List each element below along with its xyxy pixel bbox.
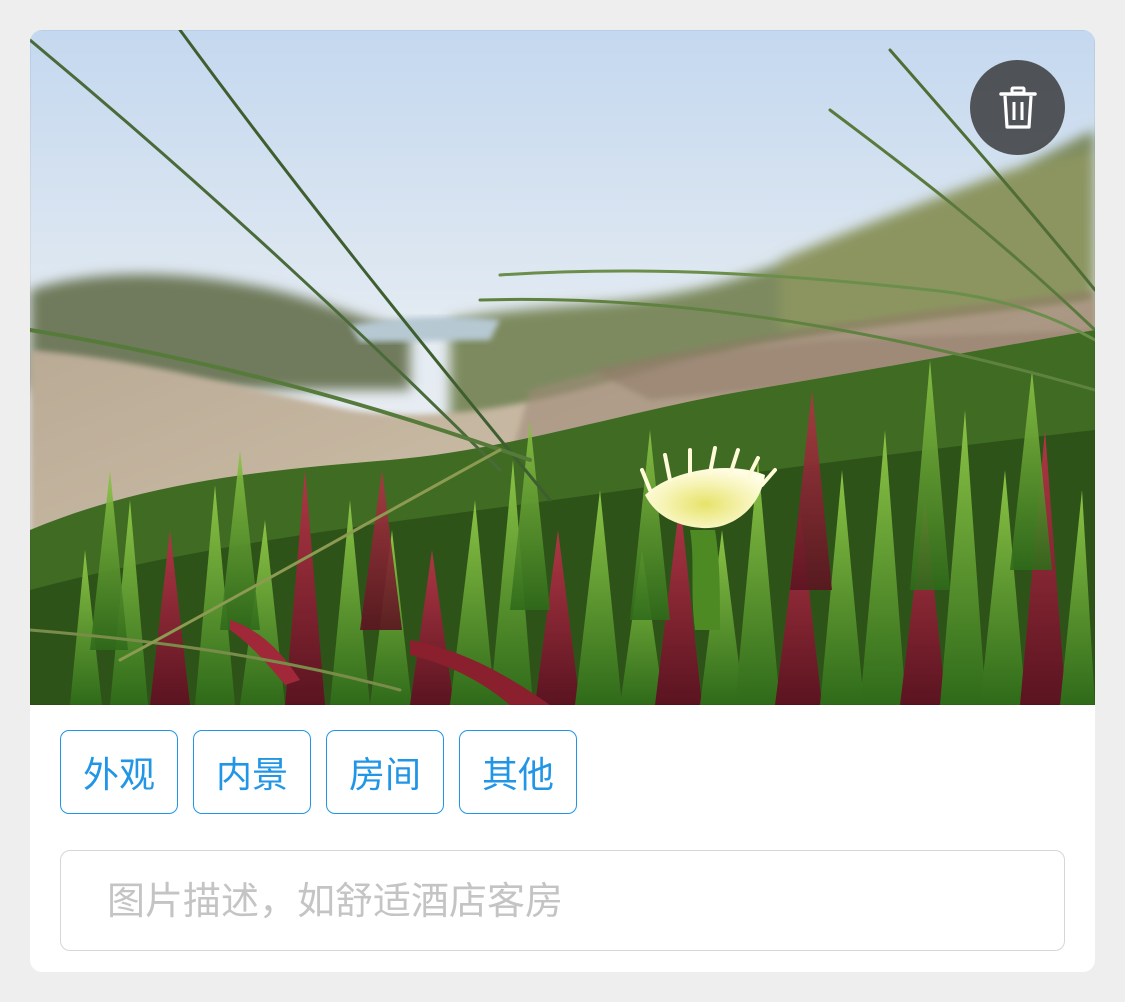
trash-icon xyxy=(998,86,1037,129)
category-tags: 外观 内景 房间 其他 xyxy=(60,730,577,814)
tag-exterior[interactable]: 外观 xyxy=(60,730,178,814)
tag-other[interactable]: 其他 xyxy=(459,730,577,814)
photo-image xyxy=(30,30,1095,705)
tag-interior[interactable]: 内景 xyxy=(193,730,311,814)
photo-card: 外观 内景 房间 其他 xyxy=(30,30,1095,972)
tag-room[interactable]: 房间 xyxy=(326,730,444,814)
uploaded-photo[interactable] xyxy=(30,30,1095,705)
description-input[interactable] xyxy=(61,851,1064,950)
description-field xyxy=(60,850,1065,951)
delete-photo-button[interactable] xyxy=(970,60,1065,155)
